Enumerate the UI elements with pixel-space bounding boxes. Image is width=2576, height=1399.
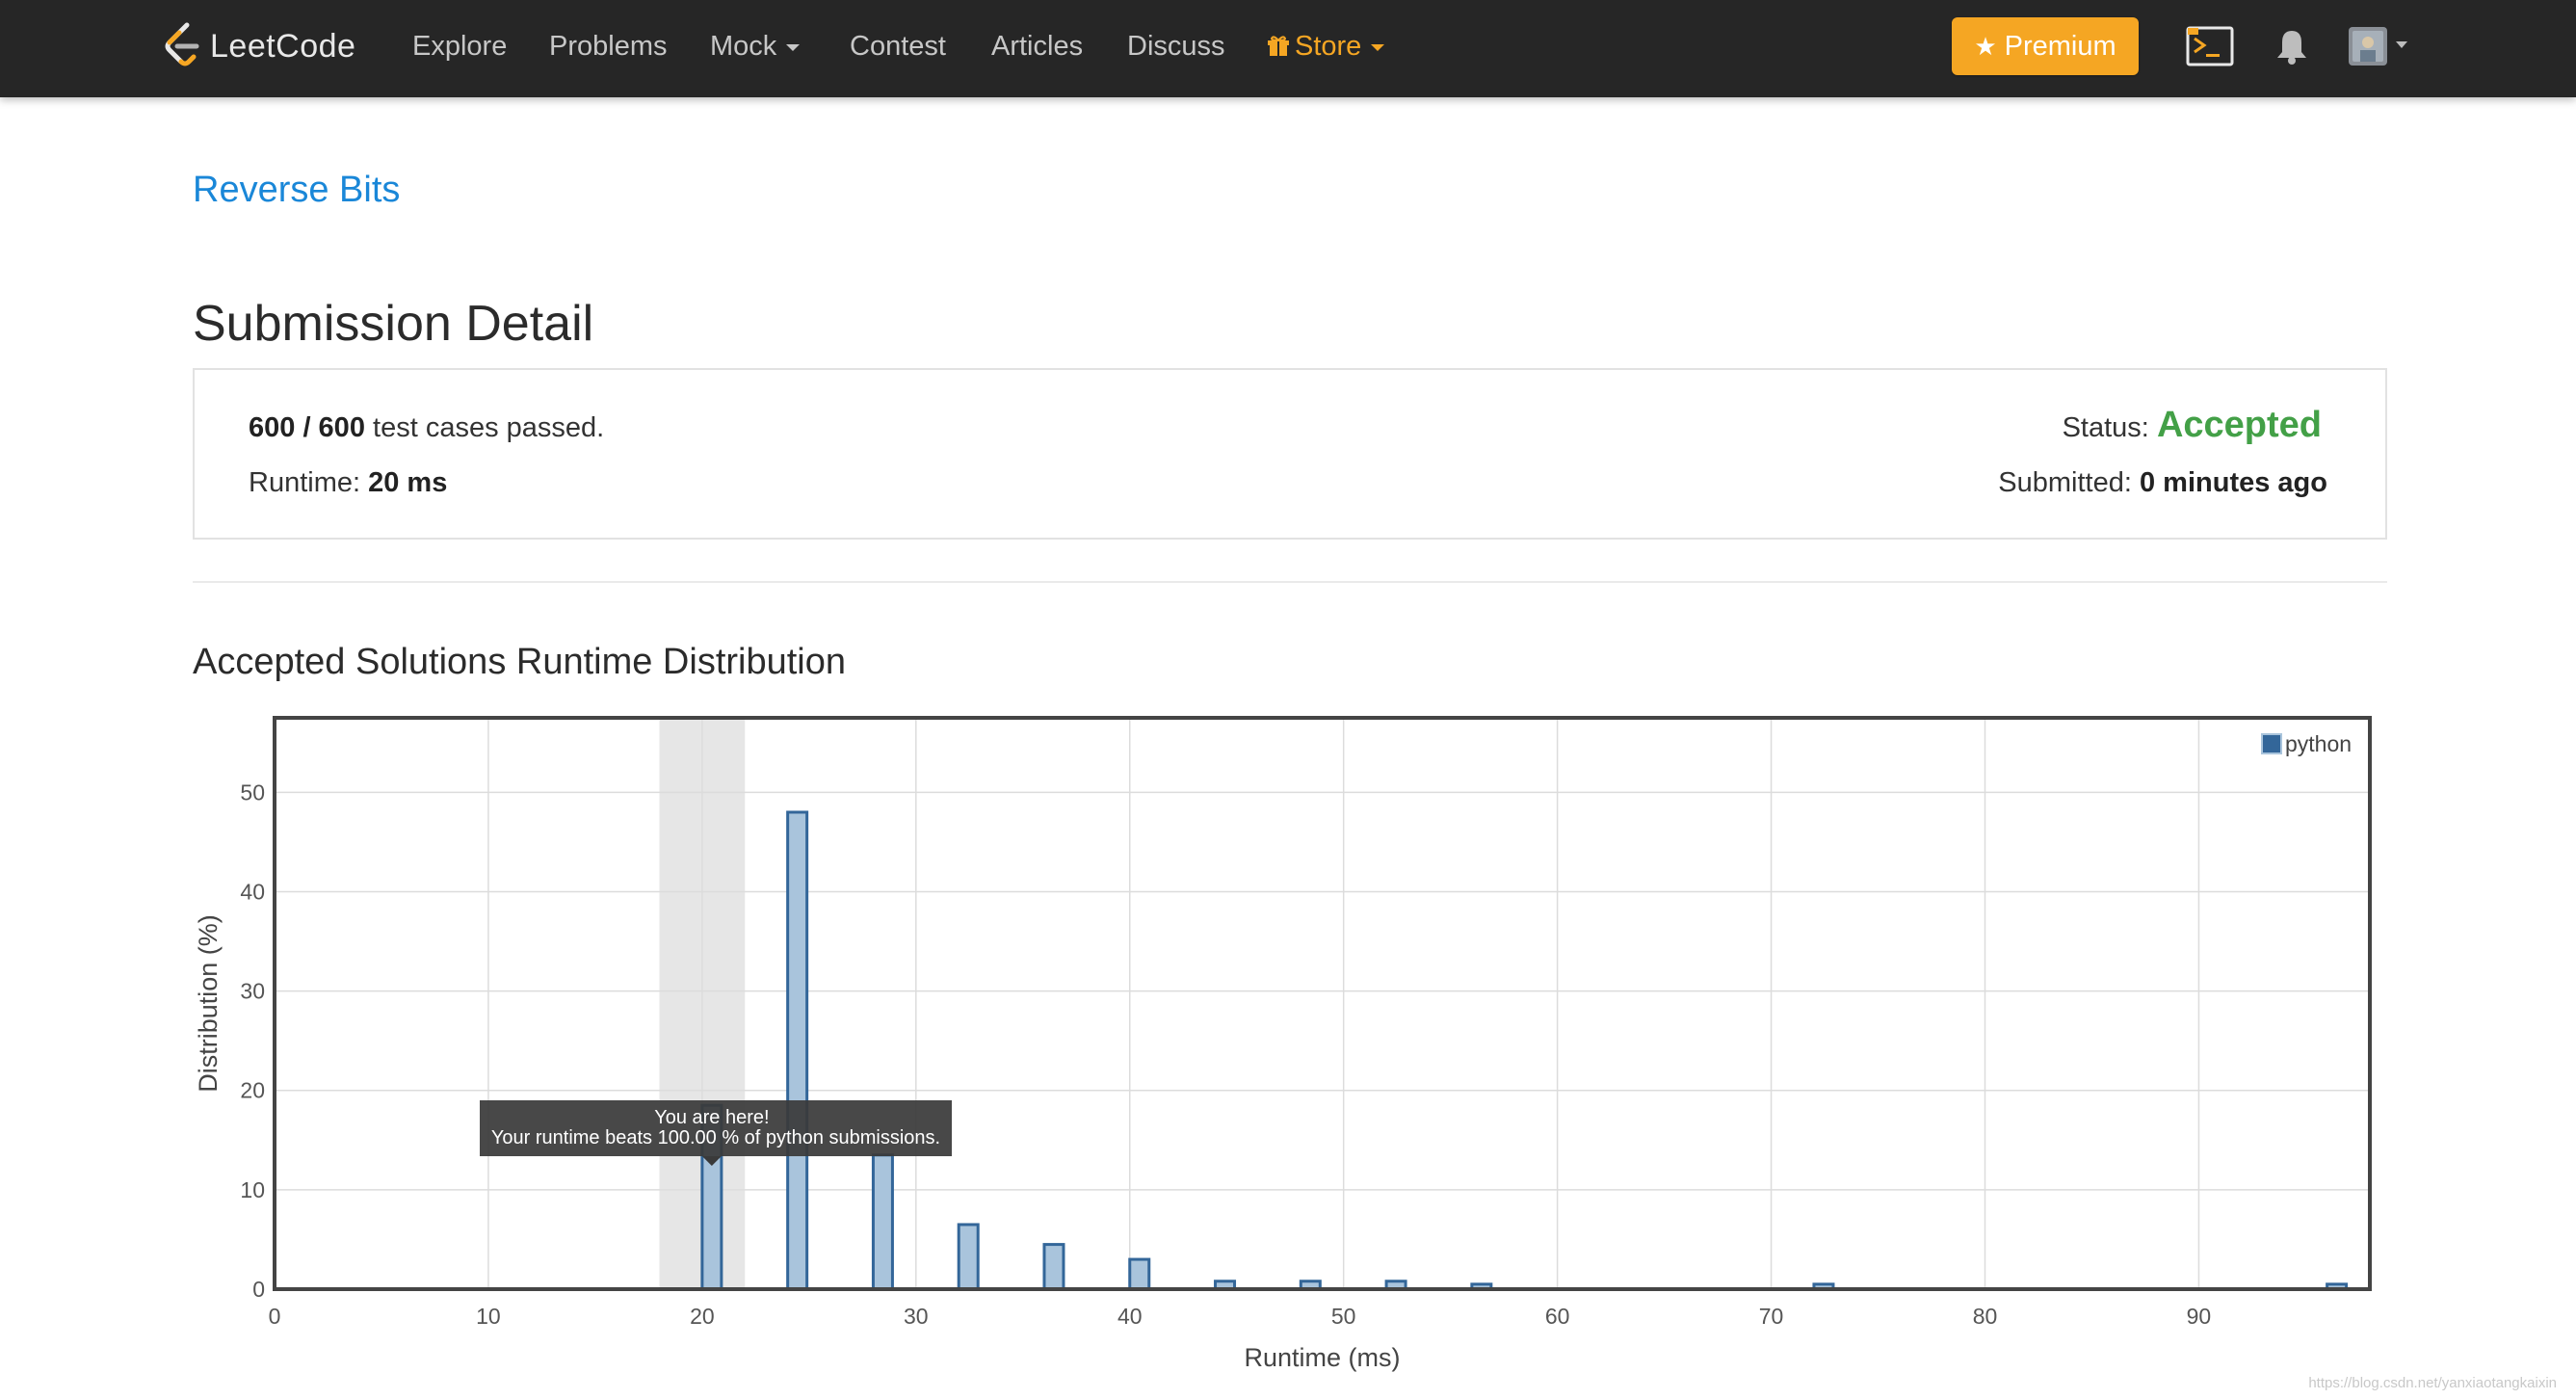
premium-label: Premium [2004, 30, 2116, 62]
nav-store-label: Store [1295, 31, 1362, 62]
x-tick-label: 10 [476, 1304, 501, 1329]
y-tick-label: 0 [252, 1277, 265, 1302]
x-tick-label: 60 [1545, 1304, 1570, 1329]
logo-text: LeetCode [210, 27, 356, 65]
bell-icon[interactable] [2274, 27, 2310, 70]
x-tick-label: 0 [269, 1304, 281, 1329]
runtime-value: 20 ms [368, 467, 448, 498]
premium-button[interactable]: ★ Premium [1952, 17, 2139, 75]
y-tick-label: 10 [240, 1177, 265, 1202]
y-tick-label: 50 [240, 779, 265, 805]
leetcode-logo-icon [165, 22, 199, 66]
chart-bar[interactable] [1042, 1243, 1065, 1291]
plot-area [275, 718, 2370, 1289]
avatar-dropdown[interactable] [2347, 25, 2414, 72]
nav-articles[interactable]: Articles [991, 27, 1083, 66]
nav-explore-label: Explore [412, 31, 508, 62]
submitted-value: 0 minutes ago [2140, 467, 2327, 498]
x-axis-title: Runtime (ms) [1244, 1343, 1400, 1372]
top-navbar: LeetCode Explore Problems Mock Contest A… [0, 0, 2576, 97]
x-tick-label: 80 [1973, 1304, 1998, 1329]
section-divider [193, 581, 2387, 583]
runtime-distribution-chart: 0 10 20 30 40 50 60 70 80 90 0 10 20 30 40 50 Runtime (m… [183, 703, 2399, 1378]
nav-problems-label: Problems [549, 31, 668, 62]
star-icon: ★ [1974, 31, 1997, 61]
y-tick-label: 20 [240, 1078, 265, 1103]
x-tick-label: 40 [1117, 1304, 1143, 1329]
tooltip-line-2: Your runtime beats 100.00 % of python su… [491, 1127, 940, 1148]
y-axis-title: Distribution (%) [194, 914, 223, 1093]
chart-bar[interactable] [957, 1223, 980, 1291]
distribution-heading: Accepted Solutions Runtime Distribution [193, 642, 847, 682]
submitted-line: Submitted: 0 minutes ago [1998, 467, 2327, 499]
chart-bar[interactable] [871, 1153, 894, 1291]
nav-mock[interactable]: Mock [710, 27, 801, 66]
legend-label: python [2285, 731, 2352, 756]
submission-detail-box: 600 / 600 test cases passed. Runtime: 20… [193, 368, 2387, 540]
x-tick-label: 50 [1331, 1304, 1356, 1329]
nav-explore[interactable]: Explore [412, 27, 507, 66]
chevron-down-icon [786, 43, 801, 51]
runtime-line: Runtime: 20 ms [249, 467, 447, 499]
chart-bar[interactable] [1128, 1257, 1151, 1291]
watermark-text: https://blog.csdn.net/yanxiaotangkaixin [2308, 1375, 2557, 1391]
status-label: Status: [2062, 412, 2149, 443]
nav-problems[interactable]: Problems [549, 27, 668, 66]
problem-title-link[interactable]: Reverse Bits [193, 170, 400, 211]
status-badge[interactable]: Accepted [2157, 405, 2322, 445]
y-tick-label: 30 [240, 979, 265, 1004]
chart-svg: 0 10 20 30 40 50 60 70 80 90 0 10 20 30 40 50 Runtime (m… [194, 716, 2372, 1372]
status-line: Status: Accepted [2063, 405, 2322, 446]
chevron-down-icon [1371, 43, 1385, 51]
page-title: Submission Detail [193, 296, 594, 352]
chart-bar[interactable] [786, 810, 809, 1291]
runtime-label: Runtime: [249, 467, 361, 498]
tooltip-line-1: You are here! [654, 1107, 769, 1128]
y-tick-label: 40 [240, 879, 265, 904]
nav-store[interactable]: Store [1268, 27, 1385, 66]
legend-swatch [2261, 733, 2282, 754]
nav-discuss[interactable]: Discuss [1127, 27, 1225, 66]
test-cases-count: 600 / 600 [249, 412, 365, 443]
test-cases-suffix: test cases passed. [373, 412, 605, 443]
nav-contest-label: Contest [850, 31, 946, 62]
nav-mock-label: Mock [710, 31, 777, 62]
leetcode-logo[interactable]: LeetCode [162, 19, 355, 73]
nav-discuss-label: Discuss [1127, 31, 1225, 62]
gift-icon [1268, 29, 1289, 56]
playground-icon[interactable] [2185, 25, 2235, 72]
test-cases-line: 600 / 600 test cases passed. [249, 412, 604, 444]
x-tick-label: 70 [1759, 1304, 1784, 1329]
submitted-label: Submitted: [1998, 467, 2132, 498]
x-tick-label: 30 [904, 1304, 929, 1329]
nav-articles-label: Articles [991, 31, 1084, 62]
x-tick-label: 20 [690, 1304, 715, 1329]
x-tick-label: 90 [2187, 1304, 2212, 1329]
nav-contest[interactable]: Contest [850, 27, 946, 66]
